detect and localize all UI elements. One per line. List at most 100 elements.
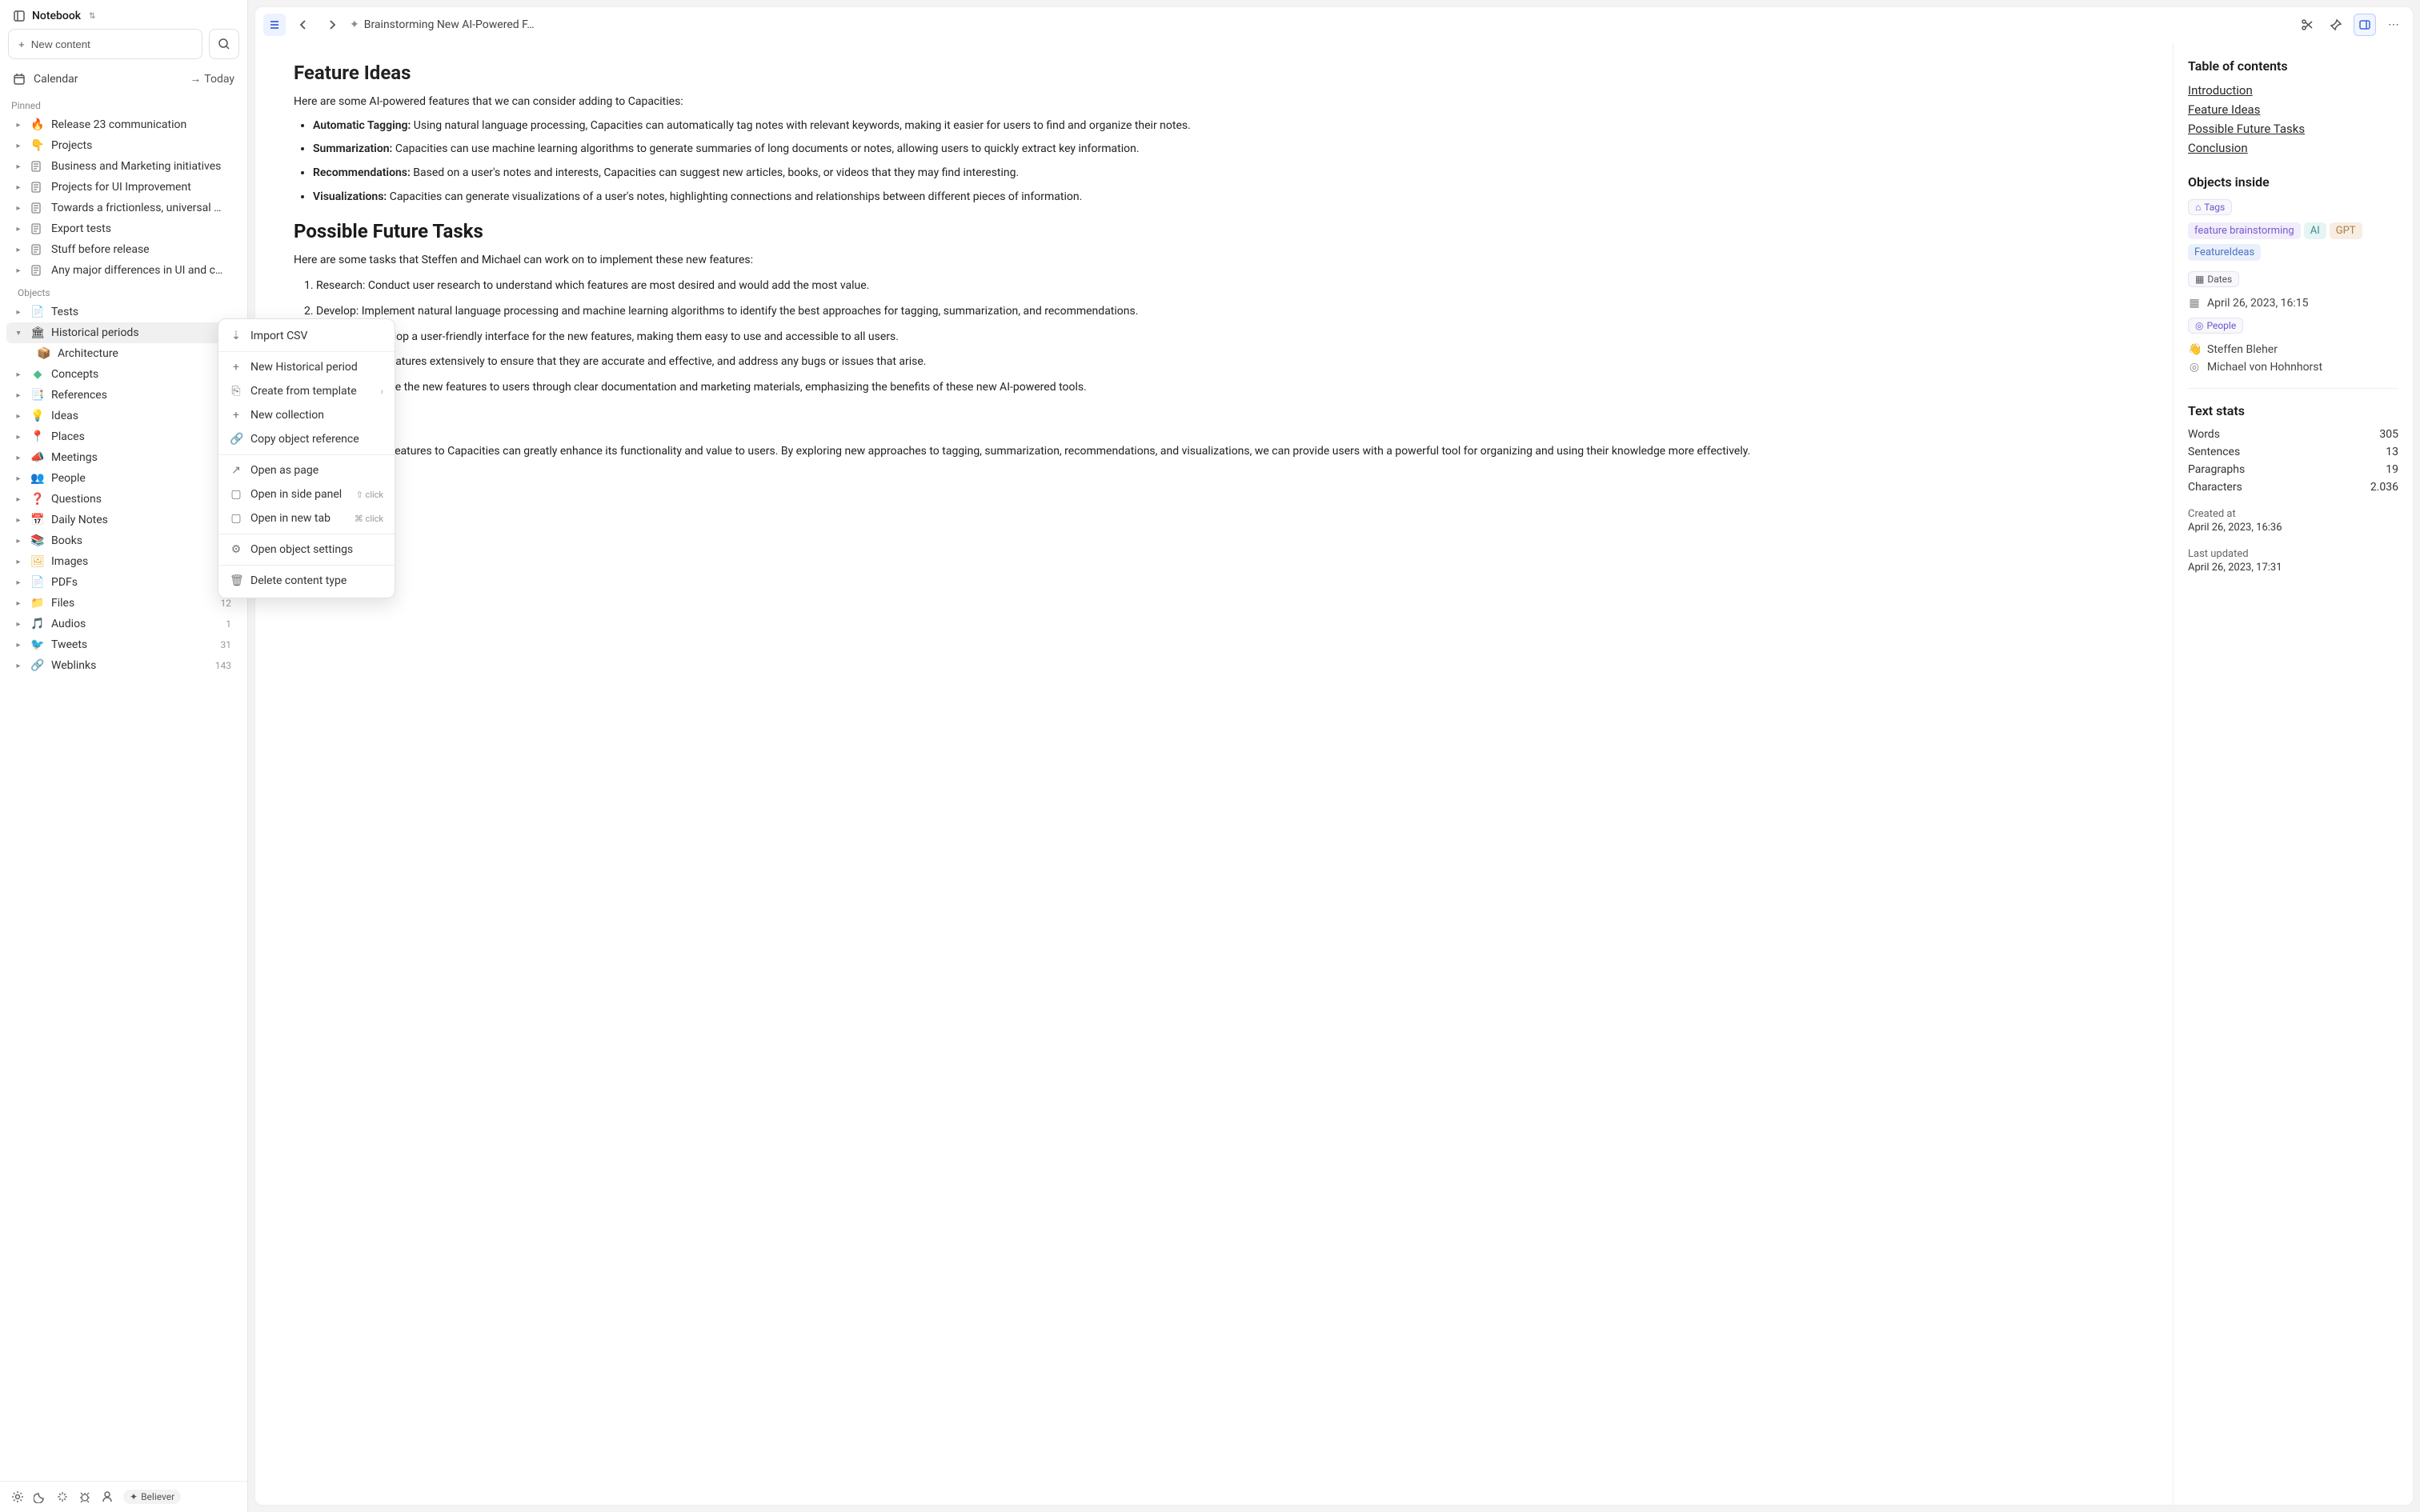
context-menu-item[interactable]: ▢Open in side panel⇧ click: [218, 482, 395, 506]
toggle-list-button[interactable]: [263, 14, 286, 36]
menu-item-icon: ↗: [230, 464, 242, 477]
feature-bullet: Summarization: Capacities can use machin…: [313, 141, 2134, 158]
calendar-row[interactable]: Calendar → Today: [0, 66, 247, 94]
task-item: Develop: Implement natural language proc…: [316, 303, 2134, 321]
sidebar-item-label: Books: [51, 534, 234, 547]
dates-pill[interactable]: ▦ Dates: [2188, 271, 2239, 287]
person-line[interactable]: ◎Michael von Hohnhorst: [2188, 361, 2398, 374]
breadcrumb[interactable]: ✦ Brainstorming New AI-Powered F…: [350, 18, 535, 31]
context-menu-item[interactable]: +New Historical period: [218, 355, 395, 379]
sidebar-object-item[interactable]: ▸📅Daily Notes2: [6, 510, 241, 530]
calendar-small-icon: ▦: [2195, 274, 2204, 285]
sidebar-object-child[interactable]: 📦Architecture: [6, 343, 241, 364]
tag-chip[interactable]: GPT: [2330, 222, 2362, 239]
sidebar-object-item[interactable]: ▸📄Tests: [6, 302, 241, 322]
chevron-right-icon: ▸: [13, 246, 24, 254]
context-menu-item[interactable]: +New collection: [218, 403, 395, 427]
date-line[interactable]: ▦ April 26, 2023, 16:15: [2188, 297, 2398, 310]
sidebar-object-item[interactable]: ▸📍Places: [6, 426, 241, 447]
stat-row: Characters2.036: [2188, 481, 2398, 494]
chevron-icon: ▸: [13, 370, 24, 379]
context-menu-item[interactable]: ⚙Open object settings: [218, 538, 395, 562]
menu-item-label: Open in new tab: [250, 512, 347, 525]
sidebar-pinned-item[interactable]: ▸Export tests: [6, 218, 241, 239]
context-menu-item[interactable]: ▢Open in new tab⌘ click: [218, 506, 395, 530]
sidebar-object-item[interactable]: ▸🐦Tweets31: [6, 634, 241, 655]
toc-link[interactable]: Feature Ideas: [2188, 102, 2398, 117]
more-button[interactable]: ⋯: [2382, 14, 2405, 36]
sidebar-object-item[interactable]: ▸💡Ideas: [6, 406, 241, 426]
toc-link[interactable]: Introduction: [2188, 83, 2398, 98]
toggle-sidepanel-button[interactable]: [2354, 14, 2376, 36]
nav-forward-button[interactable]: [321, 14, 343, 36]
workspace-switcher[interactable]: Notebook ⇅: [0, 0, 247, 29]
object-type-icon: 💡: [30, 410, 45, 422]
tags-pill[interactable]: ⌂ Tags: [2188, 199, 2232, 215]
pin-icon: [2330, 18, 2342, 31]
believer-badge[interactable]: ✦ Believer: [123, 1490, 181, 1504]
sidebar-object-item[interactable]: ▸🏛Historical periods⋯: [6, 322, 241, 343]
heading-conclusion: Conclusion: [294, 411, 2134, 434]
toc-link[interactable]: Conclusion: [2188, 141, 2398, 155]
feature-intro: Here are some AI-powered features that w…: [294, 94, 2134, 111]
document-body[interactable]: Feature Ideas Here are some AI-powered f…: [255, 42, 2173, 1505]
sidebar-pinned-item[interactable]: ▸Projects for UI Improvement: [6, 177, 241, 198]
pin-button[interactable]: [2325, 14, 2347, 36]
item-count: 31: [221, 639, 232, 650]
tag-chip[interactable]: feature brainstorming: [2188, 222, 2301, 239]
tag-chip[interactable]: FeatureIdeas: [2188, 244, 2261, 261]
sidebar-pinned-item[interactable]: ▸Business and Marketing initiatives: [6, 156, 241, 177]
person-line[interactable]: 👋Steffen Bleher: [2188, 343, 2398, 356]
gear-icon[interactable]: [11, 1490, 24, 1503]
sidebar-object-item[interactable]: ▸📣Meetings: [6, 447, 241, 468]
sidebar-item-label: Release 23 communication: [51, 118, 234, 131]
moon-icon[interactable]: [34, 1490, 46, 1503]
sidebar-object-item[interactable]: ▸📁Files12: [6, 593, 241, 614]
date-value: April 26, 2023, 16:15: [2207, 297, 2309, 310]
context-menu-item[interactable]: 🗑Delete content type: [218, 569, 395, 593]
feature-bullet: Visualizations: Capacities can generate …: [313, 189, 2134, 206]
sidebar-object-item[interactable]: ▸🔗Weblinks143: [6, 655, 241, 676]
chevron-icon: ▸: [13, 308, 24, 317]
sidebar-object-item[interactable]: ▸📑References: [6, 385, 241, 406]
task-item: Research: Conduct user research to under…: [316, 278, 2134, 295]
sidebar-object-item[interactable]: ▸👥People: [6, 468, 241, 489]
right-panel: Table of contents IntroductionFeature Id…: [2173, 42, 2413, 1505]
bug-icon[interactable]: [78, 1490, 91, 1503]
people-pill[interactable]: ◎ People: [2188, 318, 2243, 334]
menu-item-label: Import CSV: [250, 330, 383, 342]
tags-box: feature brainstormingAIGPT FeatureIdeas: [2188, 220, 2398, 263]
sidebar-pinned-item[interactable]: ▸🔥Release 23 communication: [6, 114, 241, 135]
scissors-button[interactable]: [2296, 14, 2318, 36]
page-icon: [30, 223, 42, 234]
toc-link[interactable]: Possible Future Tasks: [2188, 122, 2398, 136]
nav-back-button[interactable]: [292, 14, 315, 36]
sidebar-object-item[interactable]: ▸📚Books: [6, 530, 241, 551]
sidebar-scroll[interactable]: ▸🔥Release 23 communication▸👇Projects▸Bus…: [0, 114, 247, 1481]
new-content-button[interactable]: + New content: [8, 29, 202, 59]
context-menu-item[interactable]: ↗Open as page: [218, 458, 395, 482]
sidebar-pinned-item[interactable]: ▸👇Projects: [6, 135, 241, 156]
context-menu-item[interactable]: ⎘Create from template›: [218, 379, 395, 403]
sidebar-object-item[interactable]: ▸🖼Images3: [6, 551, 241, 572]
sidebar-object-item[interactable]: ▸❓Questions: [6, 489, 241, 510]
tag-chip[interactable]: AI: [2304, 222, 2326, 239]
object-type-icon: 🖼: [30, 555, 45, 568]
menu-separator: [218, 565, 395, 566]
menu-hint: ⌘ click: [355, 514, 383, 524]
sidebar-object-item[interactable]: ▸🎵Audios1: [6, 614, 241, 634]
today-link[interactable]: → Today: [190, 72, 234, 86]
sidebar-pinned-item[interactable]: ▸Any major differences in UI and c…: [6, 260, 241, 281]
sidebar-pinned-item[interactable]: ▸Towards a frictionless, universal …: [6, 198, 241, 218]
sidebar-object-item[interactable]: ▸◆Concepts: [6, 364, 241, 385]
chevron-right-icon: ▸: [13, 121, 24, 130]
person-line-icon: ◎: [2188, 361, 2201, 374]
search-button[interactable]: [209, 29, 239, 59]
person-icon[interactable]: [101, 1490, 114, 1503]
context-menu-item[interactable]: 🔗Copy object reference: [218, 427, 395, 451]
task-item: Test: Test the features extensively to e…: [316, 354, 2134, 371]
sidebar-object-item[interactable]: ▸📄PDFs14: [6, 572, 241, 593]
sidebar-pinned-item[interactable]: ▸Stuff before release: [6, 239, 241, 260]
sparkle-small-icon[interactable]: [56, 1490, 69, 1503]
context-menu-item[interactable]: ⇣Import CSV: [218, 324, 395, 348]
